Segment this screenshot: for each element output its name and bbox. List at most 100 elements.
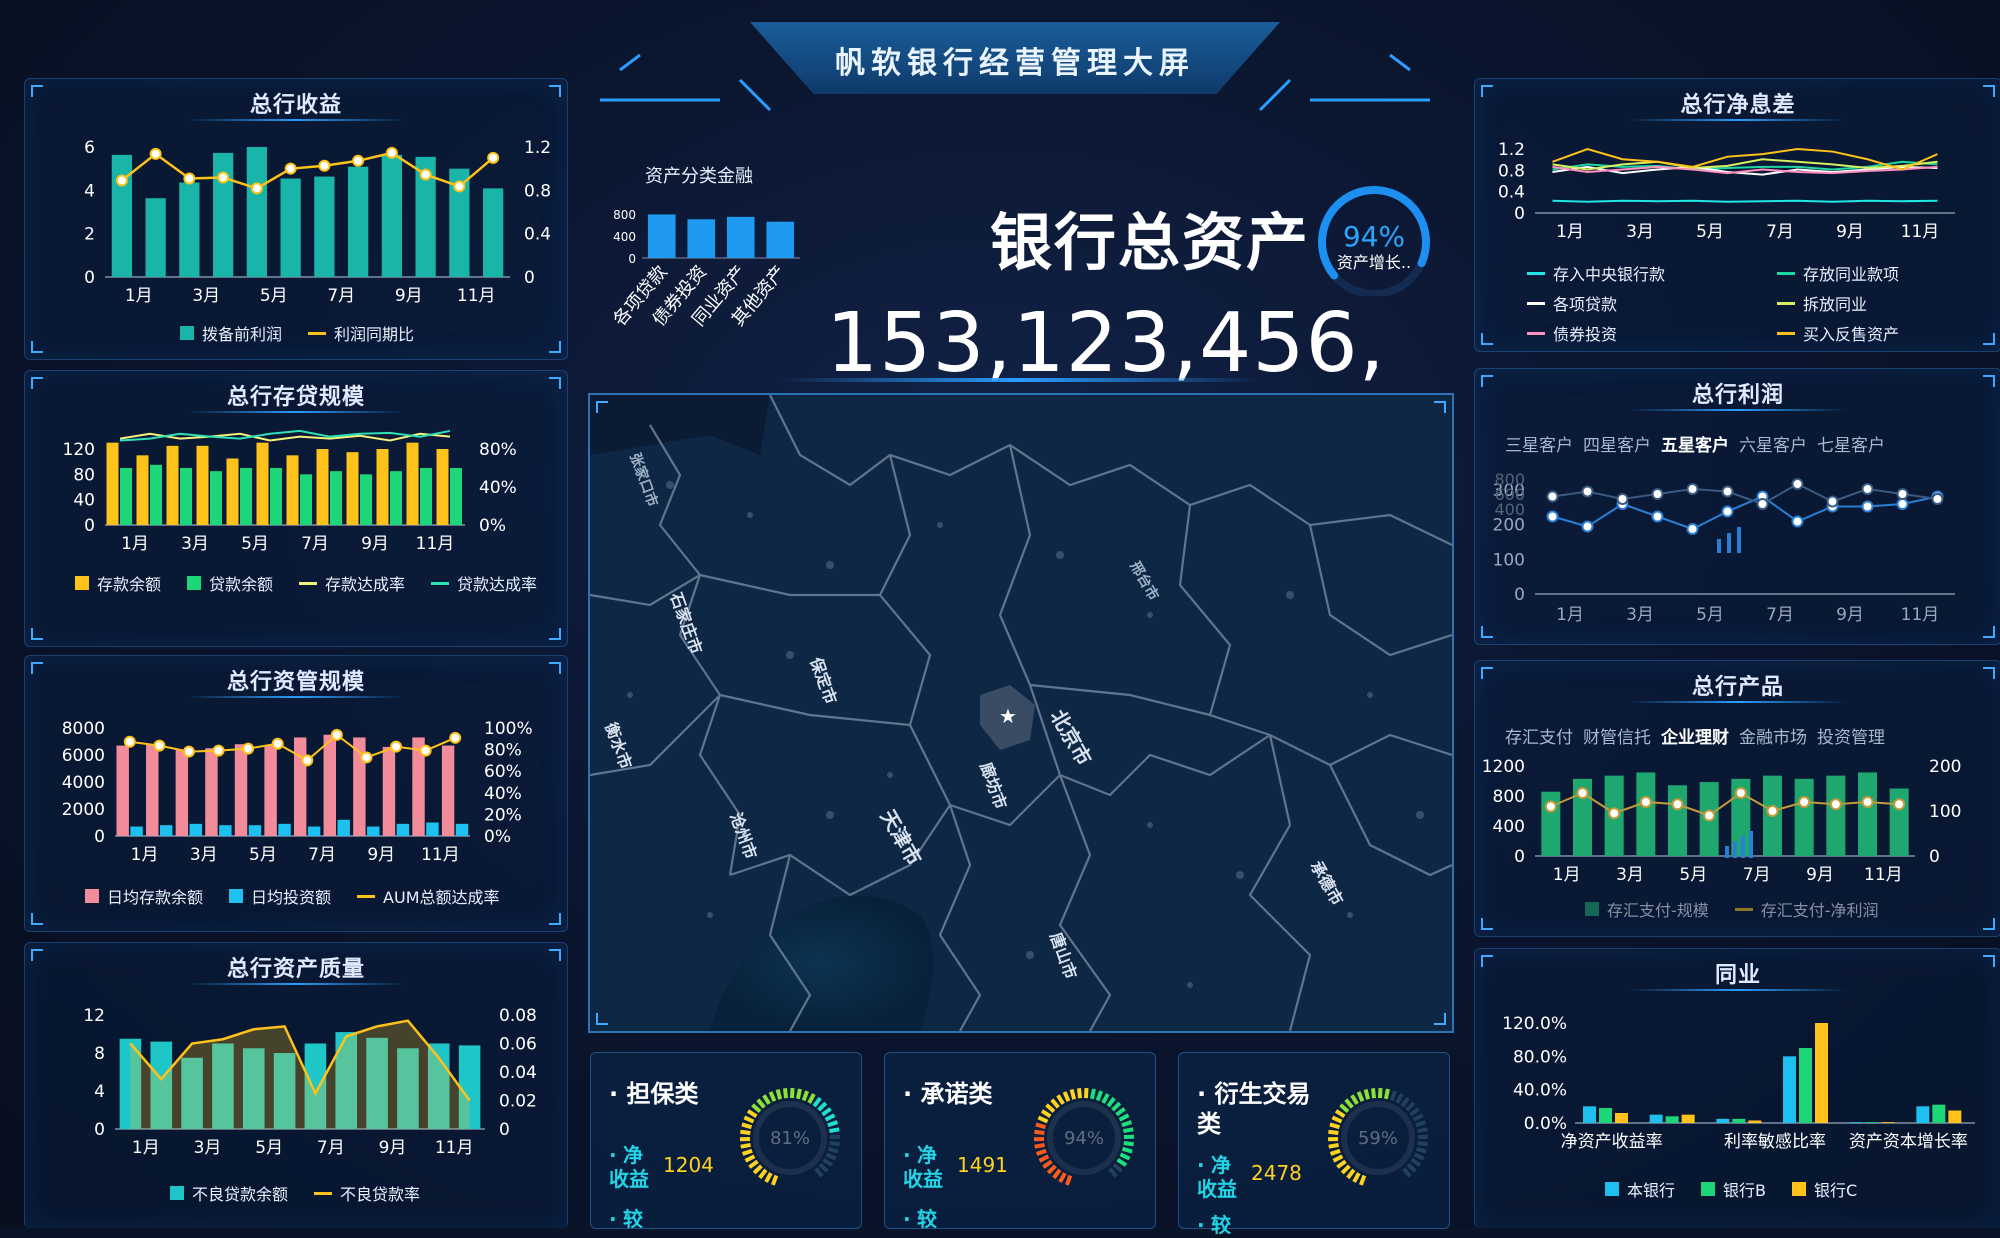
- bar: [1737, 527, 1741, 553]
- legend-line: [1777, 272, 1795, 275]
- series-line: [1553, 497, 1938, 530]
- bar: [1668, 785, 1687, 856]
- bar: [278, 824, 290, 836]
- gauge-tick: [1417, 1149, 1427, 1152]
- tab-three-star[interactable]: 三星客户: [1505, 431, 1573, 456]
- growth-gauge-value: 94%: [1343, 220, 1405, 253]
- x-tick-label: 11月: [416, 534, 455, 554]
- gauge-tick: [1408, 1164, 1415, 1171]
- header-decoration: [600, 40, 1430, 120]
- card-derivatives[interactable]: · 衍生交易类 · 净收益 2478 · 较 59%: [1178, 1052, 1450, 1229]
- gauge-tick: [820, 1164, 827, 1171]
- legend-item[interactable]: 存入中央银行款: [1527, 261, 1717, 285]
- tab-six-star[interactable]: 六星客户: [1739, 431, 1807, 456]
- tab-deposit-payment[interactable]: 存汇支付: [1505, 723, 1573, 748]
- legend-item[interactable]: 本银行: [1605, 1177, 1675, 1201]
- gauge-tick: [826, 1154, 835, 1158]
- legend-item[interactable]: 存汇支付-净利润: [1735, 897, 1879, 921]
- tab-wealth-trust[interactable]: 财管信托: [1583, 723, 1651, 748]
- card-gauge: 81%: [729, 1077, 851, 1199]
- legend-item[interactable]: 存放同业款项: [1777, 261, 1899, 285]
- gauge-tick: [1354, 1173, 1359, 1182]
- series-line-point: [454, 181, 464, 191]
- bar: [382, 155, 402, 277]
- legend-item[interactable]: 贷款余额: [187, 571, 273, 595]
- tab-corporate-finance[interactable]: 企业理财: [1661, 723, 1729, 748]
- peer-legend: 本银行 银行B 银行C: [1605, 1177, 1857, 1201]
- legend-label: 本银行: [1627, 1177, 1675, 1201]
- series-line-point: [1863, 797, 1873, 807]
- bar: [1826, 776, 1845, 856]
- legend-item[interactable]: 存款达成率: [299, 571, 405, 595]
- panel-title: 总行产品: [1475, 669, 2000, 701]
- legend-line: [308, 332, 326, 335]
- legend-label: 拆放同业: [1803, 291, 1867, 315]
- gauge-tick: [1123, 1149, 1133, 1152]
- legend-item[interactable]: 拆放同业: [1777, 291, 1867, 315]
- y2-tick-label: 0: [499, 1120, 510, 1140]
- asset-quality-legend: 不良贷款余额 不良贷款率: [170, 1181, 420, 1205]
- gauge-tick: [1414, 1154, 1423, 1158]
- y-tick-label: 6000: [62, 746, 105, 766]
- x-tick-label: 9月: [1806, 865, 1834, 885]
- x-tick-label: 5月: [1696, 605, 1724, 625]
- gauge-tick: [1054, 1170, 1060, 1178]
- gauge-tick: [1052, 1100, 1058, 1108]
- bar: [257, 443, 269, 525]
- gauge-tick: [1373, 1088, 1374, 1098]
- x-tick-label: 7月: [1766, 605, 1794, 625]
- legend-item[interactable]: 不良贷款率: [314, 1181, 420, 1205]
- legend-item[interactable]: 日均存款余额: [85, 884, 203, 908]
- profit-chart: 01002003004006008001月3月5月7月9月11月: [1475, 459, 2000, 634]
- capital-star-icon: ★: [999, 704, 1017, 728]
- legend-item[interactable]: 银行B: [1701, 1177, 1766, 1201]
- legend-item[interactable]: 买入反售资产: [1777, 321, 1899, 345]
- gauge-tick: [1108, 1098, 1114, 1106]
- card-commitment[interactable]: · 承诺类 · 净收益 1491 · 较 94%: [884, 1052, 1156, 1229]
- series-line-point: [450, 733, 460, 743]
- region-map[interactable]: ★ 北京市 天津市 保定市 廊坊市 沧州市 衡水市 石家庄市 承德市 唐山市 张…: [588, 393, 1454, 1033]
- y-tick-label: 2000: [62, 800, 105, 820]
- y-tick-label: 0: [84, 516, 95, 536]
- tab-financial-market[interactable]: 金融市场: [1739, 723, 1807, 748]
- x-tick-label: 3月: [192, 286, 220, 306]
- bar: [420, 468, 432, 525]
- panel-title: 总行资产质量: [25, 951, 567, 983]
- legend-item[interactable]: 债券投资: [1527, 321, 1717, 345]
- gauge-value: 59%: [1358, 1128, 1398, 1149]
- gauge-tick: [1048, 1166, 1055, 1173]
- tab-five-star[interactable]: 五星客户: [1661, 431, 1729, 456]
- asset-class-title: 资产分类金融: [645, 162, 753, 188]
- gauge-tick: [1414, 1115, 1423, 1120]
- x-tick-label: 7月: [327, 286, 355, 306]
- y2-tick-label: 0.06: [499, 1035, 537, 1055]
- legend-item[interactable]: 存汇支付-规模: [1585, 897, 1709, 921]
- legend-label: 贷款达成率: [457, 571, 537, 595]
- tab-four-star[interactable]: 四星客户: [1583, 431, 1651, 456]
- panel-income: 总行收益 024600.40.81.21月3月5月7月9月11月 拨备前利润 利…: [24, 78, 568, 360]
- x-tick-label: 3月: [181, 534, 209, 554]
- y-tick-label: 800: [613, 208, 636, 222]
- panel-title: 总行利润: [1475, 377, 2000, 409]
- legend-item[interactable]: 不良贷款余额: [170, 1181, 288, 1205]
- panel-title: 总行存贷规模: [25, 379, 567, 411]
- legend-item[interactable]: 日均投资额: [229, 884, 331, 908]
- card-guarantee[interactable]: · 担保类 · 净收益 1204 · 较 81%: [590, 1052, 862, 1229]
- x-tick-label: 9月: [1836, 605, 1864, 625]
- series-line-point: [1688, 484, 1698, 494]
- legend-item[interactable]: 贷款达成率: [431, 571, 537, 595]
- tab-investment-mgmt[interactable]: 投资管理: [1817, 723, 1885, 748]
- panel-title: 总行净息差: [1475, 87, 2000, 119]
- legend-item[interactable]: 存款余额: [75, 571, 161, 595]
- bar: [1795, 779, 1814, 856]
- series-line-point: [1653, 512, 1663, 522]
- legend-label: 日均存款余额: [107, 884, 203, 908]
- legend-item[interactable]: 银行C: [1792, 1177, 1857, 1201]
- legend-item[interactable]: AUM总额达成率: [357, 884, 499, 908]
- tab-seven-star[interactable]: 七星客户: [1817, 431, 1885, 456]
- legend-label: 利润同期比: [334, 321, 414, 345]
- legend-item[interactable]: 拨备前利润: [180, 321, 282, 345]
- legend-item[interactable]: 利润同期比: [308, 321, 414, 345]
- total-assets-value: 153,123,456,: [826, 296, 1386, 391]
- legend-item[interactable]: 各项贷款: [1527, 291, 1717, 315]
